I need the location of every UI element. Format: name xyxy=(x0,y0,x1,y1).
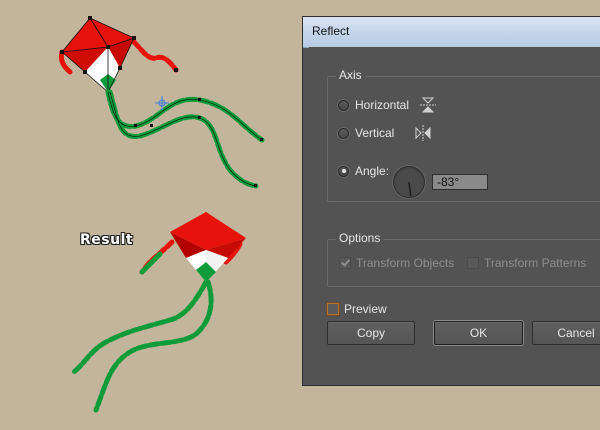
transform-patterns-label[interactable]: Transform Patterns xyxy=(484,256,586,270)
reflect-vertical-icon xyxy=(415,125,431,141)
vertical-option[interactable]: Vertical xyxy=(338,123,432,143)
options-group: Options Transform Objects Transform Patt… xyxy=(327,231,600,287)
preview-label[interactable]: Preview xyxy=(344,302,387,316)
dialog-body: Axis Horizontal Vertical Angle: -83° Opt… xyxy=(309,47,600,379)
dialog-title: Reflect xyxy=(312,24,350,38)
kite-tail-2 xyxy=(107,89,259,189)
transform-objects-label[interactable]: Transform Objects xyxy=(356,256,454,270)
horizontal-label[interactable]: Horizontal xyxy=(355,98,409,112)
dialog-titlebar[interactable]: Reflect xyxy=(303,17,600,48)
transform-objects-checkbox[interactable] xyxy=(339,257,351,269)
transform-patterns-option[interactable]: Transform Patterns xyxy=(467,254,586,272)
transform-objects-option[interactable]: Transform Objects xyxy=(339,254,454,272)
copy-button[interactable]: Copy xyxy=(327,321,415,345)
angle-label[interactable]: Angle: xyxy=(355,164,389,178)
angle-dial-icon[interactable] xyxy=(393,166,425,198)
reflect-horizontal-icon xyxy=(420,97,437,113)
axis-legend: Axis xyxy=(336,68,365,82)
original-kite[interactable] xyxy=(58,16,265,189)
angle-input[interactable]: -83° xyxy=(432,174,488,190)
ok-button[interactable]: OK xyxy=(434,321,523,345)
horizontal-option[interactable]: Horizontal xyxy=(338,95,437,115)
vertical-label[interactable]: Vertical xyxy=(355,126,394,140)
horizontal-radio[interactable] xyxy=(338,99,349,111)
vertical-radio[interactable] xyxy=(338,127,349,139)
cancel-button[interactable]: Cancel xyxy=(532,321,600,345)
options-legend: Options xyxy=(336,231,384,245)
transform-patterns-checkbox[interactable] xyxy=(467,257,479,269)
kite-bow-right xyxy=(131,39,179,73)
angle-radio[interactable] xyxy=(338,165,349,177)
preview-option[interactable]: Preview xyxy=(327,300,387,318)
preview-checkbox[interactable] xyxy=(327,303,339,315)
reflect-dialog: Reflect Axis Horizontal Vertical Angle: … xyxy=(302,16,600,386)
result-label: Result xyxy=(80,232,134,248)
angle-option[interactable]: Angle: xyxy=(338,161,389,181)
